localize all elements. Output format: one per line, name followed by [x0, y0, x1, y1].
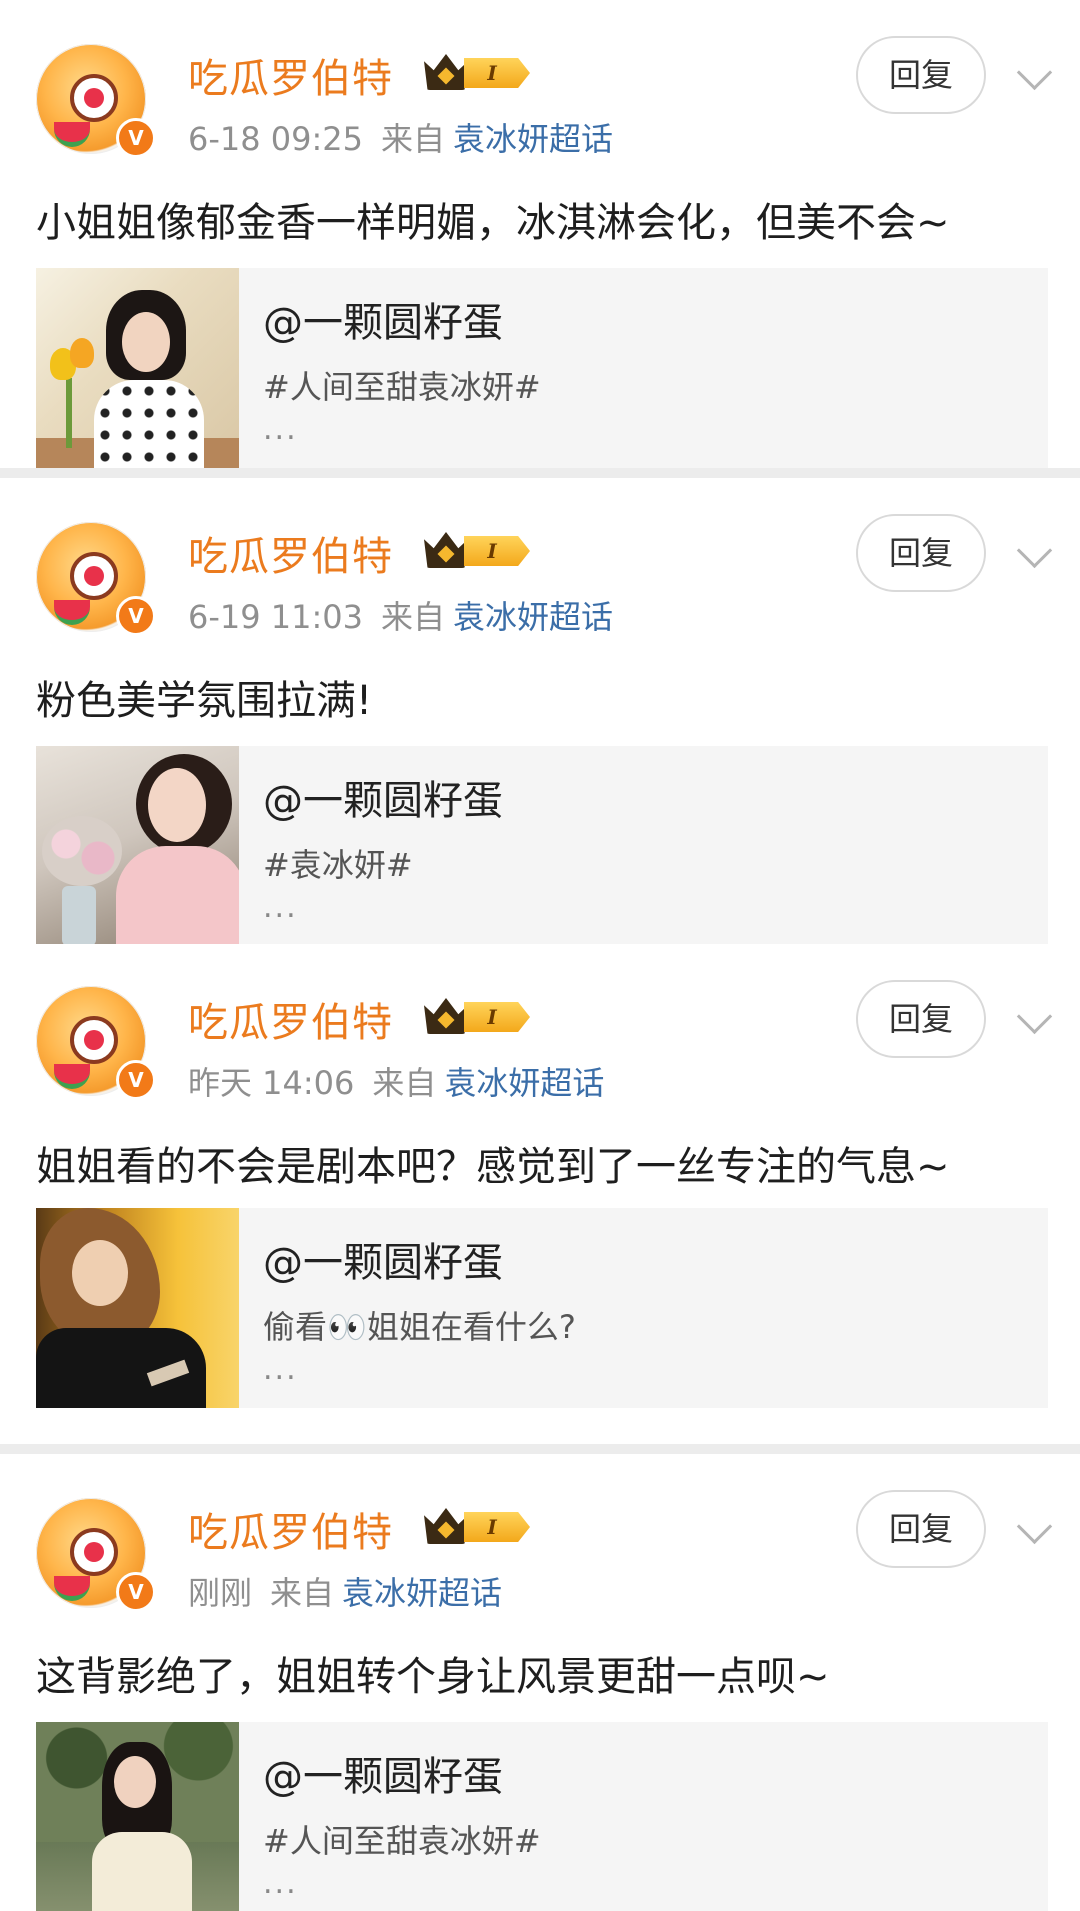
- chevron-down-icon[interactable]: [1016, 532, 1053, 569]
- quoted-post[interactable]: @一颗圆籽蛋 偷看👀姐姐在看什么? ...: [36, 1208, 1048, 1408]
- quoted-text: #袁冰妍#: [263, 846, 413, 884]
- quoted-author[interactable]: @一颗圆籽蛋: [263, 1744, 503, 1802]
- chevron-down-icon[interactable]: [1016, 1508, 1053, 1545]
- comment-time: 6-18 09:25: [188, 120, 364, 158]
- reply-button[interactable]: 回复: [856, 1490, 986, 1568]
- from-label: 来自: [381, 598, 446, 636]
- quoted-text: #人间至甜袁冰妍#: [263, 368, 541, 406]
- quoted-more: ...: [263, 412, 298, 447]
- from-label: 来自: [270, 1574, 335, 1612]
- post-thumbnail[interactable]: [36, 1208, 239, 1408]
- comment-meta: 刚刚 来自 袁冰妍超话: [188, 1568, 502, 1614]
- topic-link[interactable]: 袁冰妍超话: [342, 1574, 502, 1612]
- chevron-down-icon[interactable]: [1016, 54, 1053, 91]
- comment-feed: V 吃瓜罗伯特 I 6-18 09:25 来自 袁冰妍超话 回复 小姐姐像郁金香一样…: [0, 0, 1080, 1911]
- quoted-more: ...: [263, 890, 298, 925]
- quoted-more: ...: [263, 1352, 298, 1387]
- vip-badge[interactable]: I: [424, 996, 536, 1038]
- quoted-author[interactable]: @一颗圆籽蛋: [263, 768, 503, 826]
- from-label: 来自: [372, 1064, 437, 1102]
- quoted-more: ...: [263, 1866, 298, 1901]
- comment-time: 昨天 14:06: [188, 1064, 355, 1102]
- comment-text: 小姐姐像郁金香一样明媚，冰淇淋会化，但美不会~: [36, 200, 950, 246]
- vip-level: I: [464, 536, 530, 566]
- topic-link[interactable]: 袁冰妍超话: [453, 598, 613, 636]
- quoted-text: #人间至甜袁冰妍#: [263, 1822, 541, 1860]
- separator: [0, 468, 1080, 478]
- comment-card: V 吃瓜罗伯特 I 昨天 14:06 来自 袁冰妍超话 回复 姐姐看的不会是剧本吧？…: [0, 944, 1080, 1444]
- chevron-down-icon[interactable]: [1016, 998, 1053, 1035]
- verified-badge-icon: V: [116, 1572, 156, 1612]
- post-thumbnail[interactable]: [36, 1722, 239, 1911]
- vip-badge[interactable]: I: [424, 530, 536, 572]
- quoted-post[interactable]: @一颗圆籽蛋 #袁冰妍# ...: [36, 746, 1048, 944]
- quoted-text: 偷看👀姐姐在看什么?: [263, 1308, 576, 1346]
- username[interactable]: 吃瓜罗伯特: [188, 46, 393, 104]
- quoted-post[interactable]: @一颗圆籽蛋 #人间至甜袁冰妍# ...: [36, 1722, 1048, 1911]
- post-thumbnail[interactable]: [36, 746, 239, 944]
- comment-text: 姐姐看的不会是剧本吧？感觉到了一丝专注的气息~: [36, 1144, 950, 1190]
- topic-link[interactable]: 袁冰妍超话: [444, 1064, 604, 1102]
- quoted-author[interactable]: @一颗圆籽蛋: [263, 1230, 503, 1288]
- post-thumbnail[interactable]: [36, 268, 239, 468]
- comment-text: 这背影绝了，姐姐转个身让风景更甜一点呗~: [36, 1654, 830, 1700]
- from-label: 来自: [381, 120, 446, 158]
- vip-level: I: [464, 1002, 530, 1032]
- verified-badge-icon: V: [116, 596, 156, 636]
- vip-badge[interactable]: I: [424, 1506, 536, 1548]
- reply-button[interactable]: 回复: [856, 36, 986, 114]
- vip-level: I: [464, 58, 530, 88]
- comment-text: 粉色美学氛围拉满!: [36, 678, 373, 724]
- comment-card: V 吃瓜罗伯特 I 6-19 11:03 来自 袁冰妍超话 回复 粉色美学氛围拉满!…: [0, 478, 1080, 944]
- verified-badge-icon: V: [116, 1060, 156, 1100]
- username[interactable]: 吃瓜罗伯特: [188, 990, 393, 1048]
- comment-meta: 6-18 09:25 来自 袁冰妍超话: [188, 114, 613, 160]
- reply-button[interactable]: 回复: [856, 980, 986, 1058]
- crown-icon: [424, 1508, 468, 1544]
- verified-badge-icon: V: [116, 118, 156, 158]
- topic-link[interactable]: 袁冰妍超话: [453, 120, 613, 158]
- comment-meta: 6-19 11:03 来自 袁冰妍超话: [188, 592, 613, 638]
- crown-icon: [424, 532, 468, 568]
- quoted-post[interactable]: @一颗圆籽蛋 #人间至甜袁冰妍# ...: [36, 268, 1048, 468]
- vip-level: I: [464, 1512, 530, 1542]
- crown-icon: [424, 54, 468, 90]
- quoted-author[interactable]: @一颗圆籽蛋: [263, 290, 503, 348]
- separator: [0, 1444, 1080, 1454]
- comment-time: 刚刚: [188, 1574, 253, 1612]
- comment-time: 6-19 11:03: [188, 598, 364, 636]
- reply-button[interactable]: 回复: [856, 514, 986, 592]
- username[interactable]: 吃瓜罗伯特: [188, 1500, 393, 1558]
- comment-card: V 吃瓜罗伯特 I 6-18 09:25 来自 袁冰妍超话 回复 小姐姐像郁金香一样…: [0, 0, 1080, 468]
- username[interactable]: 吃瓜罗伯特: [188, 524, 393, 582]
- comment-meta: 昨天 14:06 来自 袁冰妍超话: [188, 1058, 604, 1104]
- crown-icon: [424, 998, 468, 1034]
- vip-badge[interactable]: I: [424, 52, 536, 94]
- comment-card: V 吃瓜罗伯特 I 刚刚 来自 袁冰妍超话 回复 这背影绝了，姐姐转个身让风景更甜一…: [0, 1454, 1080, 1911]
